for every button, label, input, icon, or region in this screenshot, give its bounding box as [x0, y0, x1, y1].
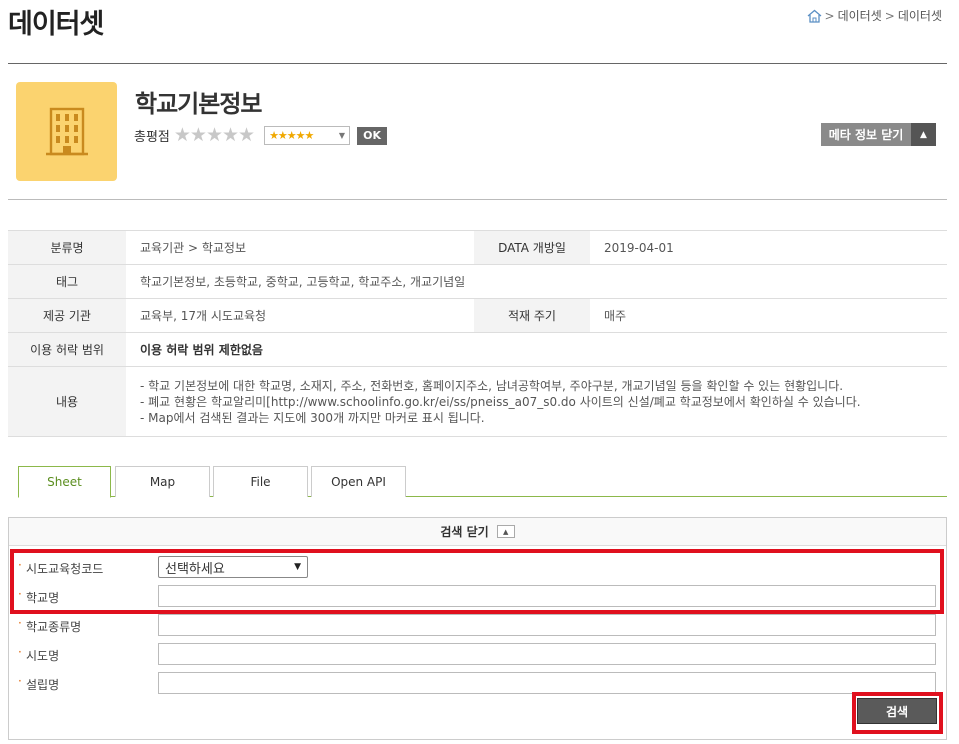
rating-row: 총평점 ★★★★★ ★★★★★ ▼ OK	[134, 124, 388, 146]
meta-label: 태그	[8, 264, 126, 299]
meta-label: 분류명	[8, 230, 126, 265]
meta-value: 교육부, 17개 시도교육청	[126, 298, 474, 333]
search-toggle-label[interactable]: 검색 닫기	[440, 523, 488, 540]
tab-file[interactable]: File	[213, 466, 308, 497]
dataset-title: 학교기본정보	[135, 90, 262, 118]
school-type-input[interactable]	[158, 614, 936, 636]
divider	[8, 199, 947, 200]
rating-label: 총평점	[134, 130, 170, 145]
breadcrumb-separator: >	[824, 8, 835, 23]
breadcrumb: > 데이터셋 > 데이터셋	[807, 7, 942, 24]
breadcrumb-item[interactable]: 데이터셋	[838, 7, 882, 24]
meta-label: 적재 주기	[474, 298, 590, 333]
tab-sheet[interactable]: Sheet	[18, 466, 111, 498]
tab-map[interactable]: Map	[115, 466, 210, 497]
field-label: 학교종류명	[18, 616, 81, 635]
meta-value: 학교기본정보, 초등학교, 중학교, 고등학교, 학교주소, 개교기념일	[126, 264, 947, 299]
chevron-up-icon[interactable]: ▲	[496, 525, 515, 538]
meta-label: DATA 개방일	[474, 230, 590, 265]
chevron-down-icon: ▼	[338, 131, 346, 140]
chevron-up-icon: ▲	[911, 123, 936, 146]
star-icon: ★★★★★	[173, 124, 255, 146]
search-field-row: 학교종류명	[0, 614, 959, 636]
meta-label: 내용	[8, 366, 126, 437]
meta-value: 교육기관 > 학교정보	[126, 230, 474, 265]
home-icon[interactable]	[807, 9, 822, 23]
dataset-thumbnail	[16, 82, 117, 181]
meta-value: 매주	[590, 298, 947, 333]
meta-value: 이용 허락 범위 제한없음	[126, 332, 947, 367]
tab-open-api[interactable]: Open API	[311, 466, 406, 497]
highlight-box	[10, 549, 944, 614]
tab-bar: Sheet Map File Open API	[18, 466, 947, 498]
highlight-box	[852, 692, 943, 734]
establishment-input[interactable]	[158, 672, 936, 694]
sido-name-input[interactable]	[158, 643, 936, 665]
content-line: - Map에서 검색된 결과는 지도에 300개 까지만 마커로 표시 됩니다.	[140, 410, 485, 425]
search-field-row: 시도명	[0, 643, 959, 665]
meta-label: 이용 허락 범위	[8, 332, 126, 367]
field-label: 시도명	[18, 645, 59, 664]
rating-select-value: ★★★★★	[269, 129, 314, 142]
meta-toggle-label: 메타 정보 닫기	[821, 123, 911, 146]
rating-select[interactable]: ★★★★★ ▼	[264, 126, 351, 145]
search-header: 검색 닫기 ▲	[9, 518, 946, 546]
meta-toggle-button[interactable]: 메타 정보 닫기 ▲	[821, 123, 936, 146]
breadcrumb-item[interactable]: 데이터셋	[898, 7, 942, 24]
content-line: - 폐교 현황은 학교알리미[http://www.schoolinfo.go.…	[140, 394, 861, 409]
search-field-row: 설립명	[0, 672, 959, 694]
meta-label: 제공 기관	[8, 298, 126, 333]
meta-value: 2019-04-01	[590, 230, 947, 265]
meta-content: - 학교 기본정보에 대한 학교명, 소재지, 주소, 전화번호, 홈페이지주소…	[126, 366, 947, 437]
breadcrumb-separator: >	[884, 8, 895, 23]
rating-ok-button[interactable]: OK	[357, 126, 388, 145]
field-label: 설립명	[18, 674, 59, 693]
divider	[8, 63, 947, 64]
page-title: 데이터셋	[8, 9, 104, 40]
content-line: - 학교 기본정보에 대한 학교명, 소재지, 주소, 전화번호, 홈페이지주소…	[140, 378, 844, 393]
building-icon	[36, 99, 98, 164]
meta-table: 분류명 교육기관 > 학교정보 DATA 개방일 2019-04-01 태그 학…	[8, 230, 947, 437]
